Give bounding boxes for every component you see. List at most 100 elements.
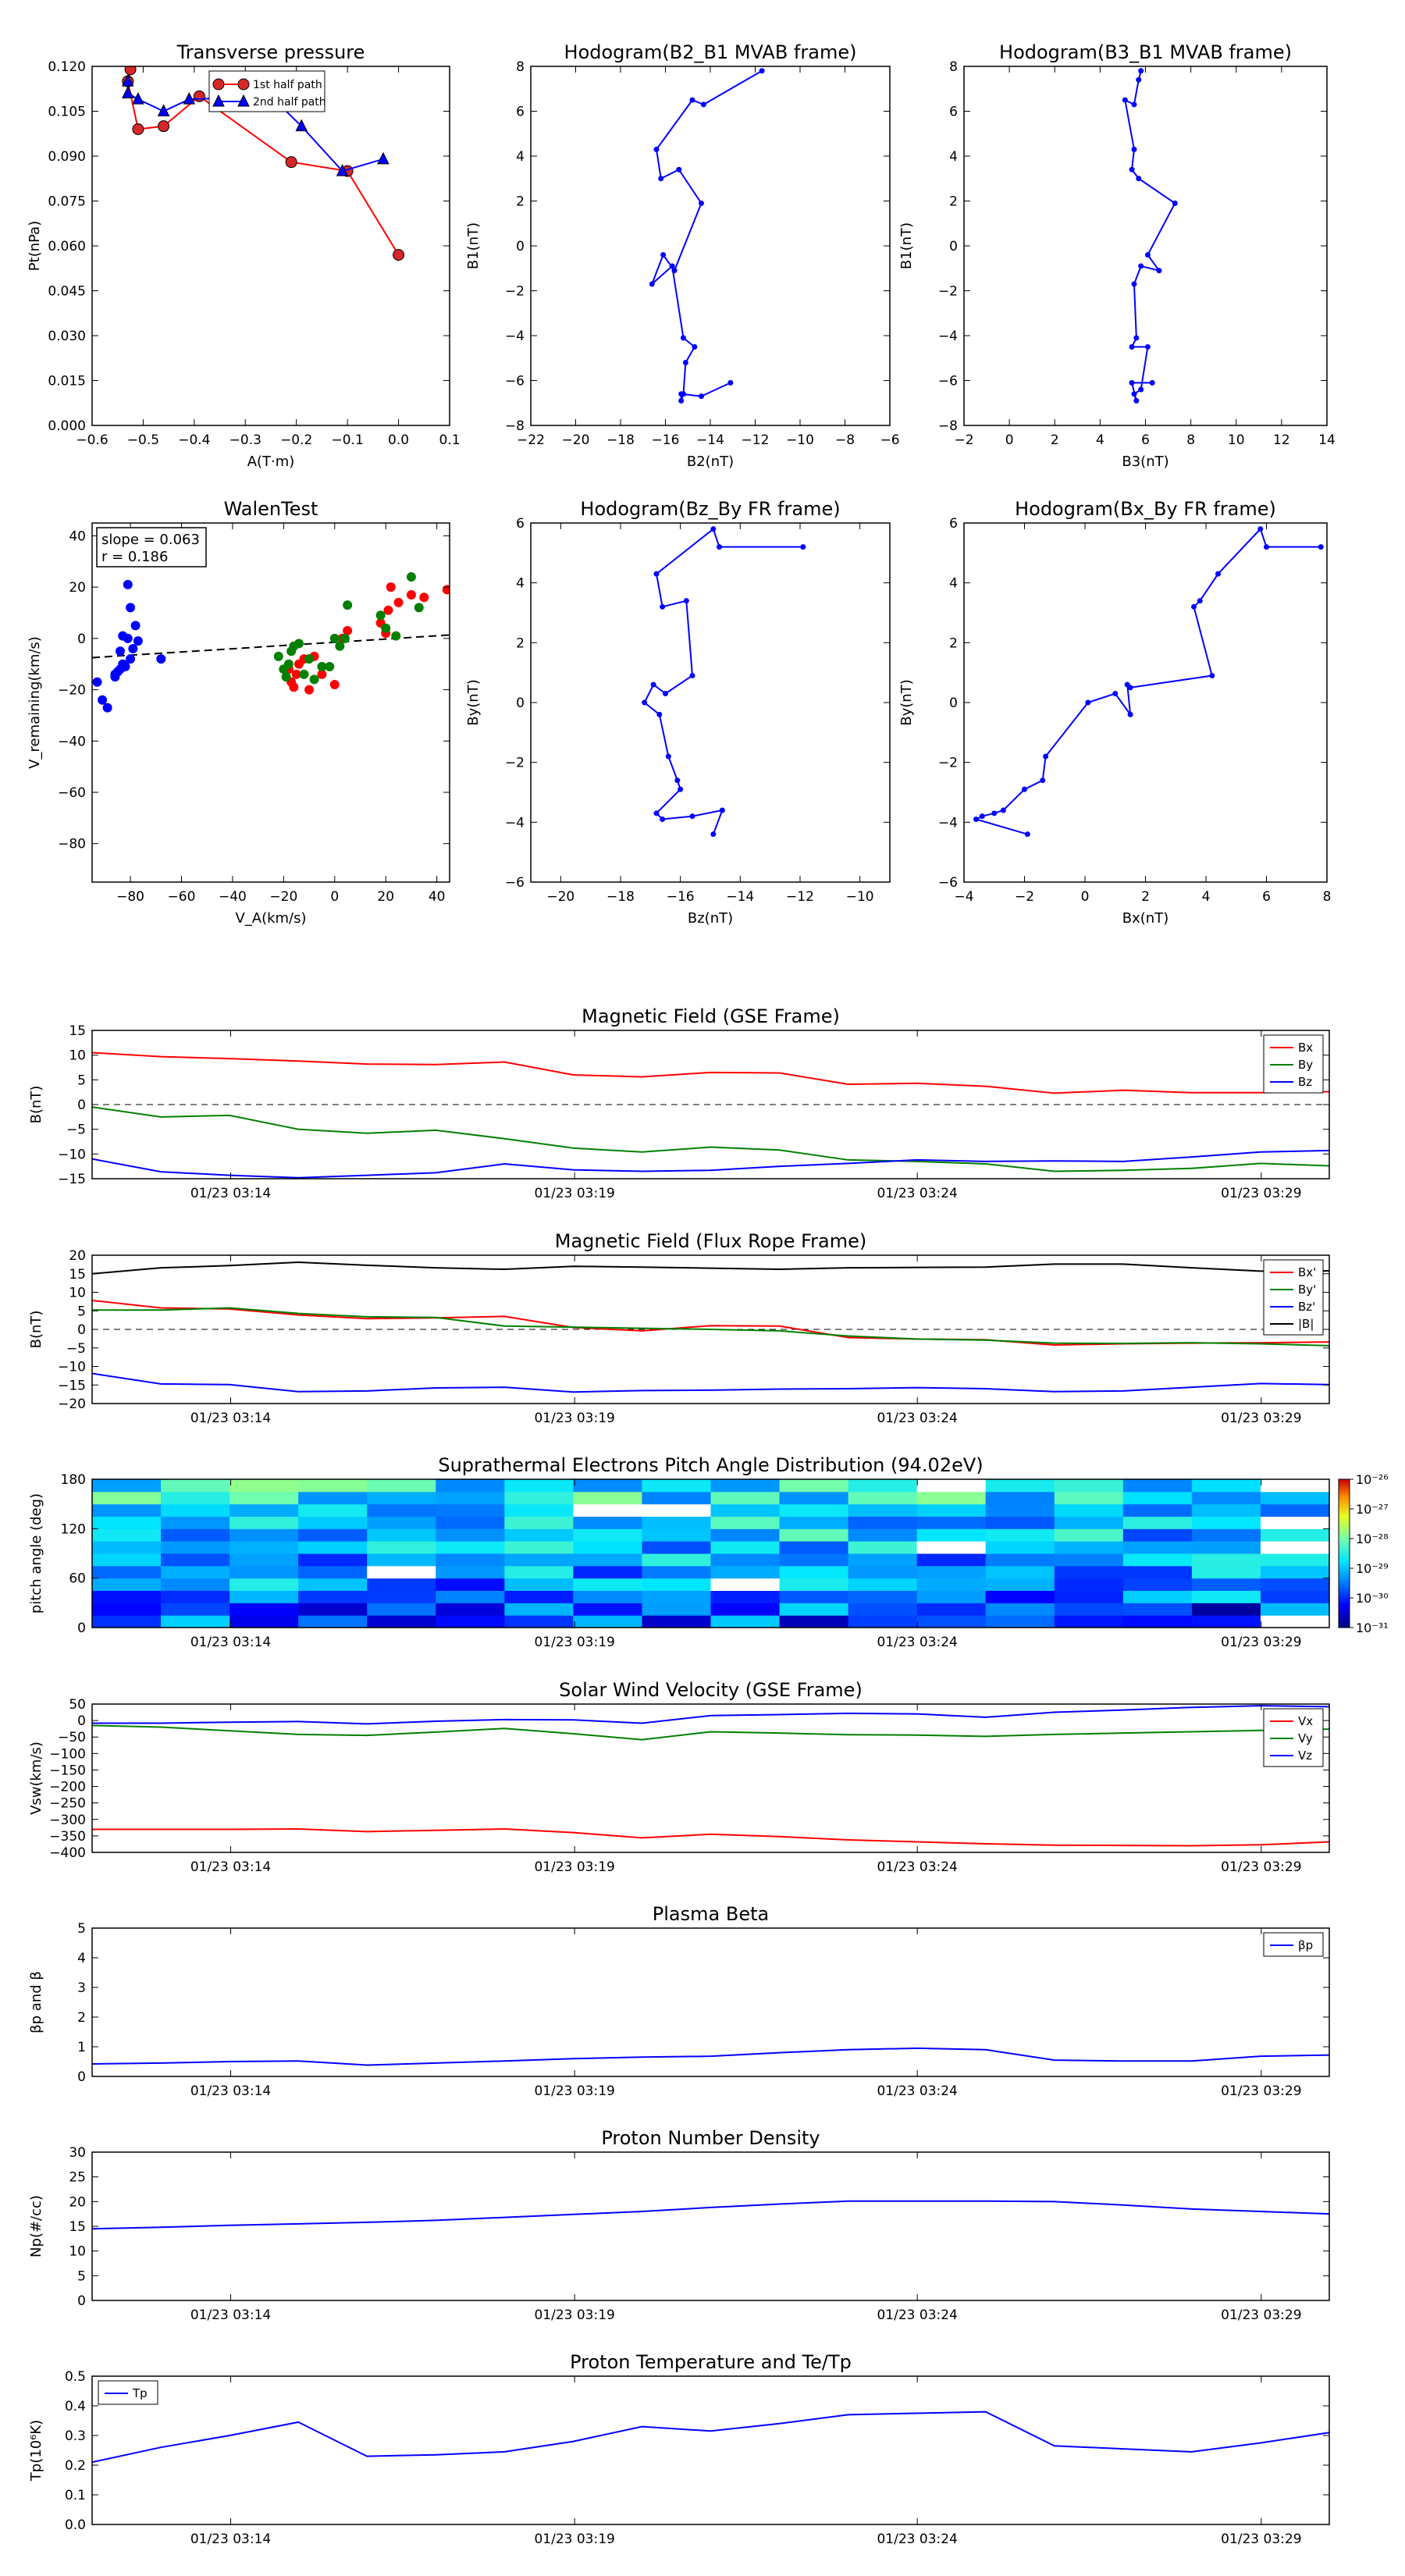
data-point	[1124, 681, 1130, 688]
heatmap-cell	[1260, 1590, 1330, 1603]
data-point	[124, 66, 137, 76]
heatmap-cell	[1191, 1491, 1261, 1505]
data-point	[1040, 777, 1046, 784]
y-tick-label: −2	[938, 756, 958, 771]
x-tick-label: −2	[954, 432, 973, 448]
scatter-point	[375, 610, 386, 621]
data-point	[719, 807, 725, 813]
y-tick-label: 0	[77, 2069, 86, 2085]
y-tick-label: 15	[69, 2219, 86, 2235]
heatmap-cell	[779, 1603, 849, 1616]
heatmap-cell	[1054, 1503, 1124, 1517]
data-point	[1129, 379, 1135, 386]
heatmap-cell	[161, 1528, 230, 1542]
data-point	[678, 391, 685, 397]
heatmap-cell	[504, 1615, 574, 1628]
heatmap-cell	[298, 1541, 368, 1554]
colorbar-label: 10⁻²⁶	[1356, 1472, 1389, 1487]
series-line	[91, 1149, 1330, 1179]
heatmap-cell	[92, 1578, 162, 1591]
y-tick-label: 0.000	[48, 418, 86, 434]
heatmap-cell	[848, 1528, 918, 1542]
heatmap-cell	[985, 1615, 1055, 1628]
heatmap-cell	[298, 1516, 368, 1529]
x-tick-label: −16	[667, 889, 695, 905]
scatter-point	[393, 597, 404, 607]
series-line	[973, 527, 1321, 835]
x-tick-label: 01/23 03:29	[1221, 2532, 1301, 2547]
heatmap-cell	[298, 1553, 368, 1567]
heatmap-cell	[161, 1541, 230, 1554]
data-point	[800, 544, 806, 550]
y-tick-label: 0	[949, 696, 958, 711]
chart-transverse: Transverse pressure −0.6 −0.5 −0.4 −0.3 −0.2 −…	[27, 41, 461, 470]
chart-title: Hodogram(B3_B1 MVAB frame)	[999, 41, 1292, 63]
y-tick-label: −300	[49, 1813, 86, 1828]
scatter-point	[309, 674, 319, 685]
plot-area	[649, 68, 765, 404]
data-point	[683, 598, 689, 604]
heatmap-cell	[848, 1603, 918, 1616]
chart-pad: Suprathermal Electrons Pitch Angle Distr…	[28, 1454, 1389, 1650]
heatmap-cell	[436, 1516, 505, 1529]
heatmap-cell	[298, 1528, 368, 1542]
x-tick-label: 0.1	[439, 432, 460, 448]
data-point	[660, 603, 666, 610]
x-tick-label: −0.4	[178, 432, 210, 448]
data-point	[692, 343, 698, 350]
heatmap-cell	[161, 1603, 230, 1616]
heatmap-cell	[367, 1553, 436, 1567]
heatmap-cell	[367, 1503, 436, 1517]
scatter-point	[335, 641, 345, 651]
data-point	[121, 86, 134, 98]
scatter-point	[92, 677, 102, 687]
legend-label: Bx'	[1298, 1265, 1316, 1279]
heatmap-cell	[710, 1553, 781, 1567]
heatmap-cell	[229, 1578, 299, 1591]
y-tick-label: −20	[58, 683, 86, 699]
y-tick-label: 6	[949, 105, 958, 120]
legend-label: βp	[1298, 1938, 1313, 1952]
data-point	[377, 151, 389, 165]
y-tick-label: −6	[505, 875, 525, 891]
data-point	[1024, 831, 1030, 838]
y-tick-label: 0	[77, 1713, 86, 1729]
data-point	[689, 673, 695, 678]
y-tick-label: 4	[516, 576, 525, 592]
x-tick-label: 6	[1262, 889, 1271, 905]
plot-area	[1122, 68, 1178, 404]
heatmap-cell	[573, 1553, 642, 1567]
heatmap-cell	[1054, 1590, 1124, 1603]
heatmap-cell	[779, 1541, 849, 1554]
scatter-point	[442, 585, 450, 595]
heatmap-cell	[161, 1503, 230, 1517]
heatmap-cell	[161, 1479, 230, 1493]
scatter-point	[126, 654, 136, 664]
heatmap-cell	[642, 1528, 711, 1542]
heatmap-cell	[436, 1503, 505, 1517]
heatmap-cell	[367, 1541, 436, 1554]
heatmap-cell	[229, 1603, 299, 1616]
heatmap-cell	[916, 1516, 987, 1529]
y-tick-label: 0	[77, 632, 86, 647]
y-tick-label: 0	[516, 239, 525, 254]
heatmap-cell	[642, 1615, 711, 1628]
y-tick-label: 30	[69, 2145, 86, 2161]
data-point	[727, 379, 734, 386]
heatmap-cell	[573, 1590, 642, 1603]
data-point	[759, 68, 765, 74]
y-tick-label: 0.120	[48, 59, 86, 75]
heatmap-cell	[710, 1565, 781, 1579]
heatmap-cell	[1191, 1479, 1261, 1493]
chart-title: Suprathermal Electrons Pitch Angle Distr…	[438, 1454, 983, 1476]
x-tick-label: 01/23 03:24	[877, 1186, 957, 1201]
series-line	[91, 1106, 1330, 1172]
heatmap-cell	[504, 1590, 574, 1603]
data-point	[1122, 97, 1128, 103]
x-tick-label: 01/23 03:19	[534, 1859, 614, 1875]
heatmap-cell	[916, 1528, 987, 1542]
data-point	[665, 753, 671, 760]
colorbar-label: 10⁻²⁹	[1356, 1561, 1389, 1576]
legend-label: 2nd half path	[253, 96, 326, 109]
data-point	[717, 544, 722, 550]
